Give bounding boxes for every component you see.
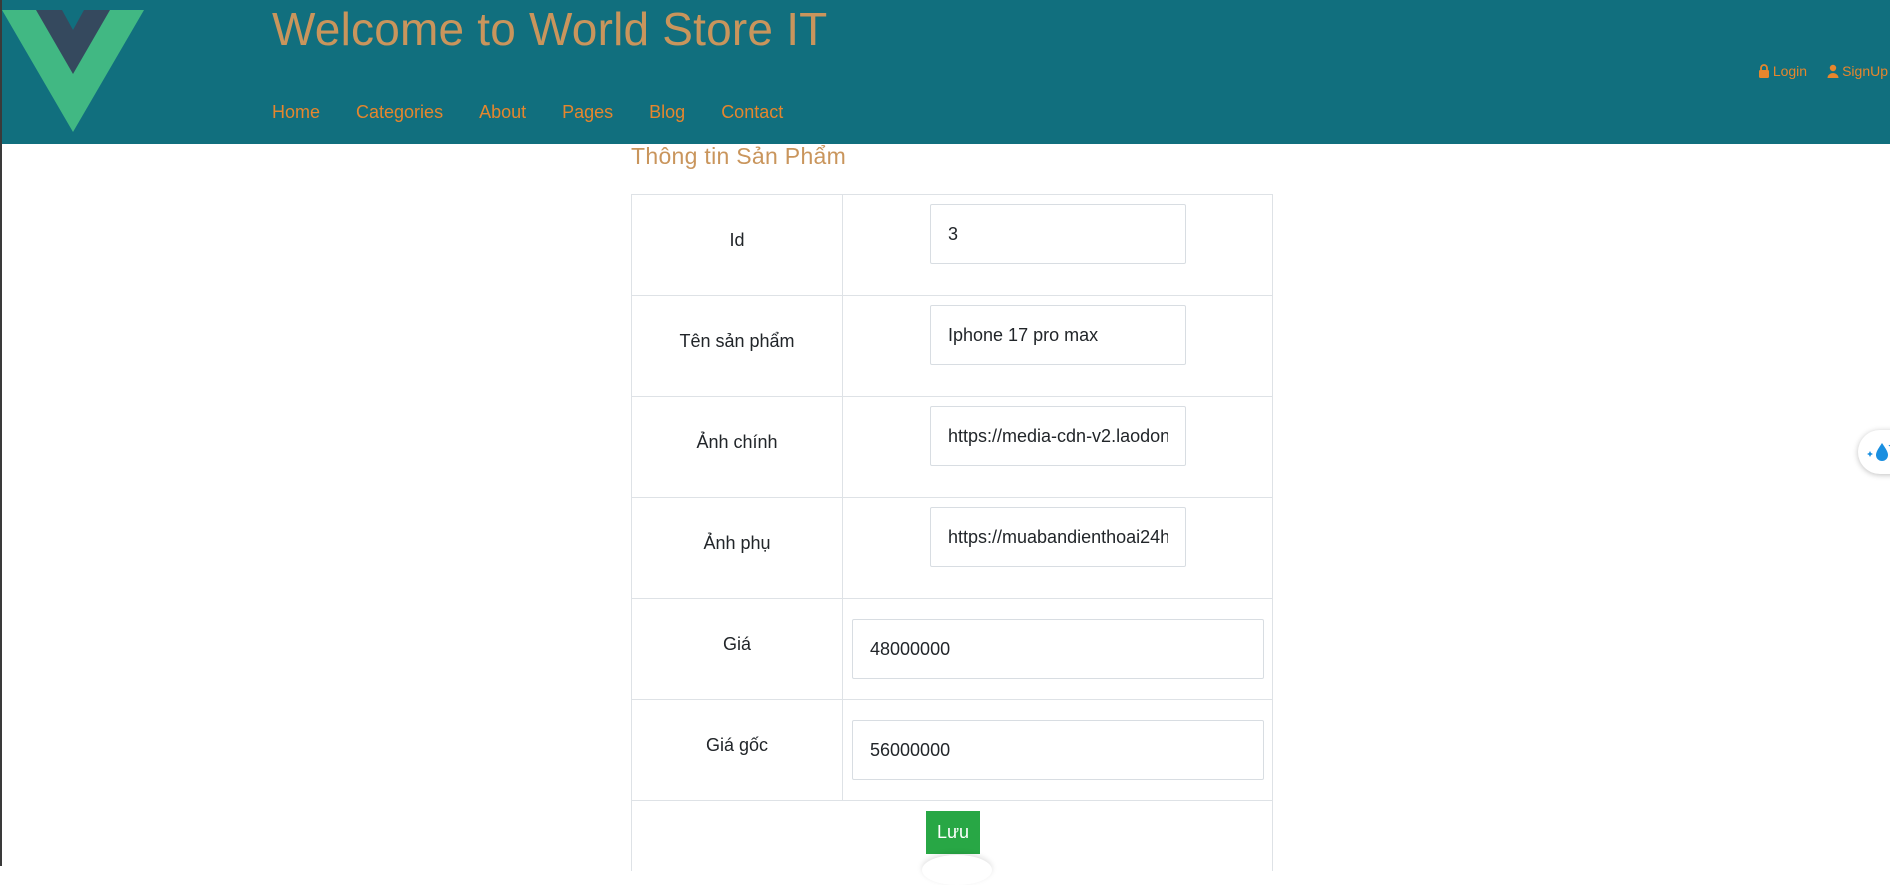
product-form-table: Id Tên sản phẩm Ảnh chính Ảnh phụ Giá Gi… bbox=[631, 194, 1273, 871]
form-row-sub-image: Ảnh phụ bbox=[631, 497, 1273, 599]
bottom-floating-bubble[interactable] bbox=[922, 855, 992, 885]
section-title: Thông tin Sản Phẩm bbox=[631, 143, 847, 169]
nav-home[interactable]: Home bbox=[272, 100, 320, 124]
form-row-main-image: Ảnh chính bbox=[631, 396, 1273, 498]
form-row-price: Giá bbox=[631, 598, 1273, 700]
nav-blog[interactable]: Blog bbox=[649, 100, 685, 124]
main-image-label: Ảnh chính bbox=[631, 396, 843, 498]
sub-image-label: Ảnh phụ bbox=[631, 497, 843, 599]
auth-links: Login SignUp bbox=[1758, 63, 1888, 79]
main-image-input[interactable] bbox=[930, 406, 1186, 466]
id-input[interactable] bbox=[930, 204, 1186, 264]
site-title: Welcome to World Store IT bbox=[272, 3, 828, 55]
original-price-input[interactable] bbox=[852, 720, 1264, 780]
form-row-original-price: Giá gốc bbox=[631, 699, 1273, 801]
price-label: Giá bbox=[631, 598, 843, 700]
form-row-name: Tên sản phẩm bbox=[631, 295, 1273, 397]
window-left-edge bbox=[0, 0, 2, 866]
sub-image-input[interactable] bbox=[930, 507, 1186, 567]
floating-widget[interactable] bbox=[1858, 430, 1890, 474]
signup-label: SignUp bbox=[1842, 63, 1888, 79]
id-label: Id bbox=[631, 194, 843, 296]
lock-icon bbox=[1758, 64, 1769, 78]
site-header: Welcome to World Store IT Home Categorie… bbox=[0, 0, 1890, 144]
original-price-label: Giá gốc bbox=[631, 699, 843, 801]
product-name-input[interactable] bbox=[930, 305, 1186, 365]
signup-link[interactable]: SignUp bbox=[1827, 63, 1888, 79]
login-label: Login bbox=[1772, 63, 1808, 79]
form-row-id: Id bbox=[631, 194, 1273, 296]
vue-logo[interactable] bbox=[2, 0, 144, 132]
price-input[interactable] bbox=[852, 619, 1264, 679]
nav-pages[interactable]: Pages bbox=[562, 100, 613, 124]
main-nav: Home Categories About Pages Blog Contact bbox=[272, 100, 819, 124]
nav-about[interactable]: About bbox=[479, 100, 526, 124]
product-name-label: Tên sản phẩm bbox=[631, 295, 843, 397]
user-icon bbox=[1827, 64, 1839, 78]
login-link[interactable]: Login bbox=[1758, 63, 1807, 79]
nav-categories[interactable]: Categories bbox=[356, 100, 443, 124]
save-button[interactable]: Lưu bbox=[926, 811, 980, 854]
water-drop-sparkle-icon bbox=[1867, 443, 1890, 461]
nav-contact[interactable]: Contact bbox=[721, 100, 783, 124]
